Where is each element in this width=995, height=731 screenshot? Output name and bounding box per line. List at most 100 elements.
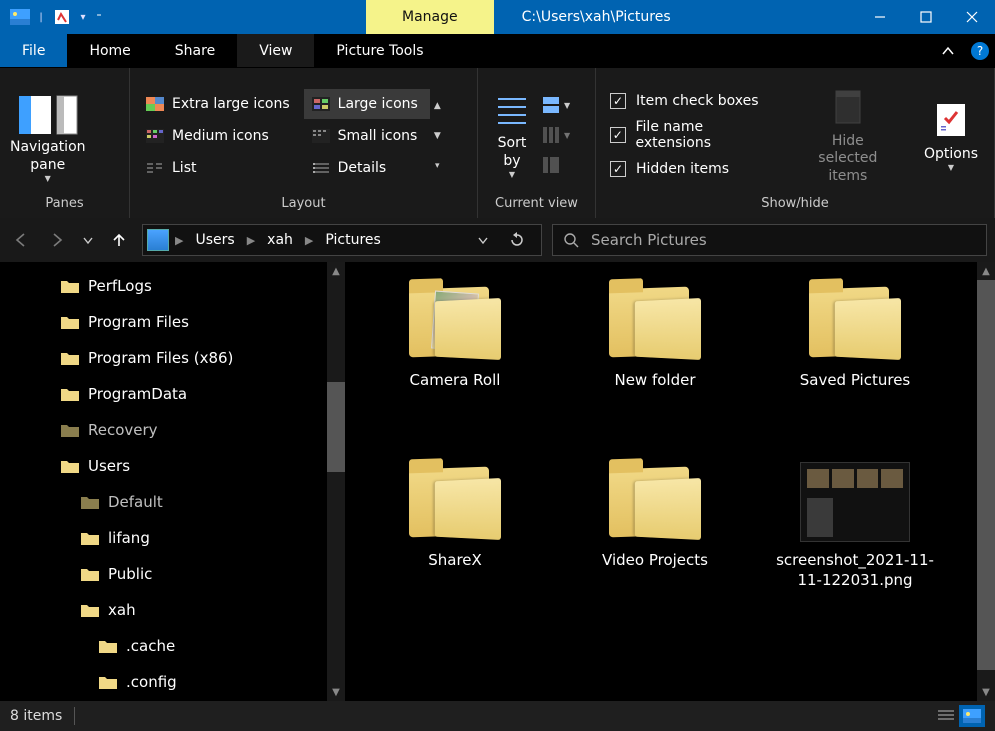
help-button[interactable]: ? — [965, 34, 995, 67]
tree-item[interactable]: Program Files (x86) — [0, 340, 327, 376]
help-icon: ? — [971, 42, 989, 60]
maximize-button[interactable] — [903, 0, 949, 34]
tree-item-label: xah — [108, 601, 136, 619]
minimize-button[interactable] — [857, 0, 903, 34]
tree-item-label: Public — [108, 565, 152, 583]
chevron-right-icon[interactable]: ▶ — [173, 234, 185, 247]
folder-item[interactable]: Saved Pictures — [755, 282, 955, 462]
navigation-bar: ▶ Users ▶ xah ▶ Pictures Search Pictures — [0, 218, 995, 262]
layout-list[interactable]: List — [138, 153, 302, 183]
properties-icon[interactable] — [50, 5, 74, 29]
layout-gallery-scroll[interactable]: ▲ ▼ ▾ — [430, 91, 445, 181]
tree-item[interactable]: PerfLogs — [0, 268, 327, 304]
ribbon-group-layout: Extra large icons Large icons Medium ico… — [130, 68, 478, 218]
folder-item[interactable]: ShareX — [355, 462, 555, 642]
collapse-ribbon-icon[interactable] — [931, 34, 965, 67]
folder-icon — [605, 462, 705, 542]
checkbox-file-name-extensions[interactable]: ✓File name extensions — [610, 119, 778, 151]
large-icons-view-toggle[interactable] — [959, 705, 985, 727]
image-thumbnail-icon — [800, 462, 910, 542]
tree-item-label: Default — [108, 493, 163, 511]
tree-item[interactable]: Program Files — [0, 304, 327, 340]
scroll-thumb[interactable] — [977, 280, 995, 670]
tree-item-label: Program Files (x86) — [88, 349, 233, 367]
ribbon-group-caption: Current view — [478, 196, 595, 218]
folder-icon — [98, 638, 118, 654]
scroll-up-icon[interactable]: ▲ — [327, 262, 345, 280]
options-button[interactable]: Options ▼ — [918, 96, 984, 175]
chevron-right-icon[interactable]: ▶ — [245, 234, 257, 247]
up-button[interactable] — [106, 227, 132, 253]
recent-locations-button[interactable] — [80, 227, 96, 253]
breadcrumb-segment[interactable]: Pictures — [319, 232, 386, 248]
tree-item[interactable]: .cache — [0, 628, 327, 664]
folder-item[interactable]: Camera Roll — [355, 282, 555, 462]
folder-icon — [805, 282, 905, 362]
breadcrumb-segment[interactable]: Users — [189, 232, 240, 248]
details-view-toggle[interactable] — [933, 705, 959, 727]
close-button[interactable] — [949, 0, 995, 34]
folder-item[interactable]: New folder — [555, 282, 755, 462]
refresh-button[interactable] — [509, 232, 537, 248]
qat-dropdown-icon[interactable]: ▾ — [78, 12, 88, 23]
tab-home[interactable]: Home — [67, 34, 152, 67]
layout-large-icons[interactable]: Large icons — [304, 89, 430, 119]
add-columns-button[interactable]: ▼ — [540, 124, 570, 146]
tree-item[interactable]: xah — [0, 592, 327, 628]
layout-small-icons[interactable]: Small icons — [304, 121, 430, 151]
sort-by-icon — [494, 91, 530, 131]
tab-view[interactable]: View — [237, 34, 314, 67]
layout-medium-icons[interactable]: Medium icons — [138, 121, 302, 151]
search-box[interactable]: Search Pictures — [552, 224, 987, 256]
address-dropdown-icon[interactable] — [477, 234, 505, 246]
tree-item[interactable]: .config — [0, 664, 327, 700]
scroll-down-icon[interactable]: ▼ — [327, 683, 345, 701]
back-button[interactable] — [8, 227, 34, 253]
tree-item[interactable]: Public — [0, 556, 327, 592]
hide-selected-icon — [828, 85, 868, 129]
tab-share[interactable]: Share — [153, 34, 237, 67]
content-scrollbar[interactable]: ▲ ▼ — [977, 262, 995, 701]
add-columns-icon — [540, 124, 562, 146]
layout-scroll-down-icon[interactable]: ▼ — [434, 121, 441, 151]
folder-icon — [98, 674, 118, 690]
tab-file[interactable]: File — [0, 34, 67, 67]
tab-picture-tools[interactable]: Picture Tools — [314, 34, 445, 67]
folder-icon — [60, 278, 80, 294]
size-columns-button[interactable] — [540, 154, 570, 176]
file-item[interactable]: screenshot_2021-11-11-122031.png — [755, 462, 955, 642]
layout-scroll-up-icon[interactable]: ▲ — [434, 91, 441, 121]
layout-l-icon — [312, 97, 330, 111]
qat-overflow-icon[interactable]: ⁼ — [92, 12, 106, 23]
address-bar[interactable]: ▶ Users ▶ xah ▶ Pictures — [142, 224, 542, 256]
tree-item[interactable]: lifang — [0, 520, 327, 556]
chevron-right-icon[interactable]: ▶ — [303, 234, 315, 247]
file-list: Camera RollNew folderSaved Pictures Share… — [345, 262, 995, 701]
forward-button[interactable] — [44, 227, 70, 253]
folder-icon — [405, 462, 505, 542]
layout-extra-large-icons[interactable]: Extra large icons — [138, 89, 302, 119]
checkbox-hidden-items[interactable]: ✓Hidden items — [610, 161, 778, 177]
scroll-down-icon[interactable]: ▼ — [977, 683, 995, 701]
sort-by-button[interactable]: Sort by ▼ — [488, 89, 536, 181]
scroll-thumb[interactable] — [327, 382, 345, 472]
tree-item[interactable]: Users — [0, 448, 327, 484]
layout-expand-icon[interactable]: ▾ — [434, 151, 441, 181]
folder-item[interactable]: Video Projects — [555, 462, 755, 642]
tree-item[interactable]: ProgramData — [0, 376, 327, 412]
breadcrumb-segment[interactable]: xah — [261, 232, 299, 248]
hide-selected-items-button[interactable]: Hide selected items — [796, 83, 900, 188]
layout-details[interactable]: Details — [304, 153, 430, 183]
checkbox-item-check-boxes[interactable]: ✓Item check boxes — [610, 93, 778, 109]
tree-scrollbar[interactable]: ▲ ▼ — [327, 262, 345, 701]
contextual-tab-manage[interactable]: Manage — [366, 0, 494, 34]
layout-xl-icon — [146, 97, 164, 111]
search-icon — [563, 232, 579, 248]
file-item-label: ShareX — [428, 550, 482, 570]
tree-item[interactable]: Default — [0, 484, 327, 520]
ribbon-tabs: File Home Share View Picture Tools ? — [0, 34, 995, 68]
navigation-pane-button[interactable]: Navigation pane ▼ — [10, 87, 86, 183]
scroll-up-icon[interactable]: ▲ — [977, 262, 995, 280]
tree-item[interactable]: Recovery — [0, 412, 327, 448]
group-by-button[interactable]: ▼ — [540, 94, 570, 116]
